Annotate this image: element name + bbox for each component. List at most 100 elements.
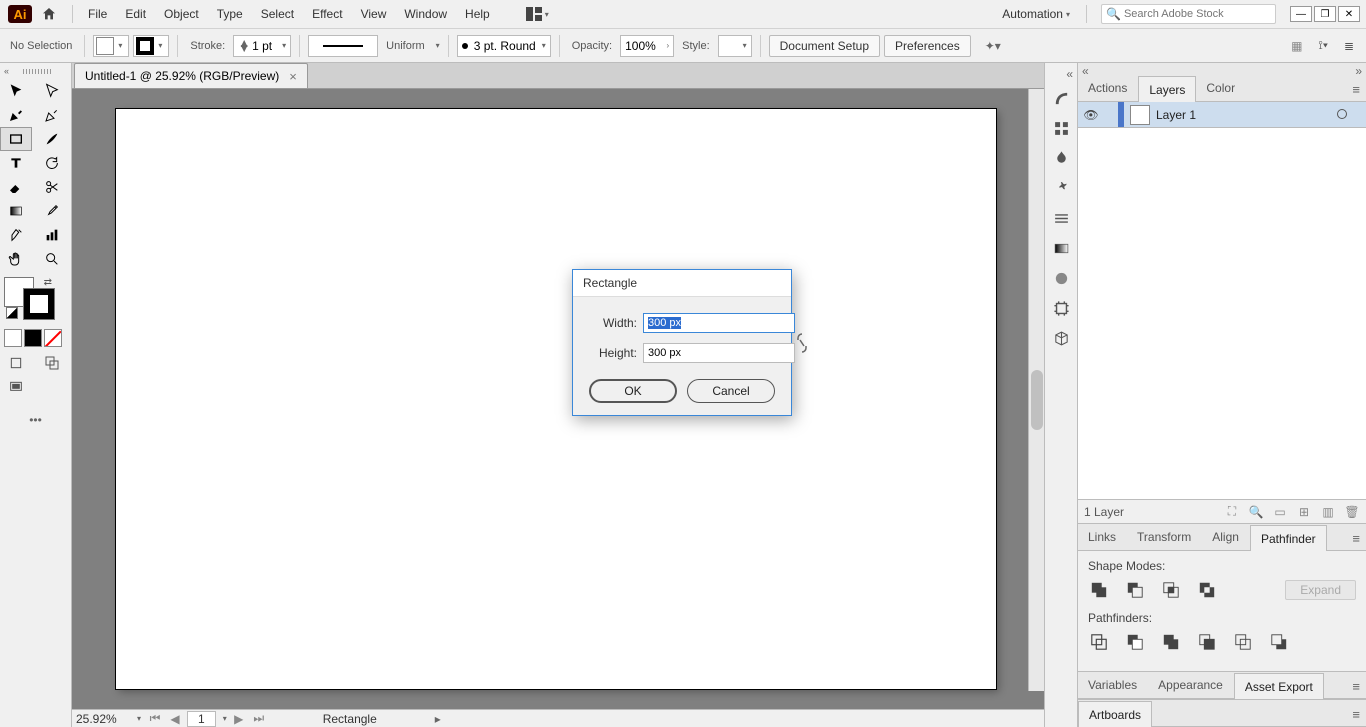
stroke-weight-input[interactable]: ▲▼1 pt▾: [233, 35, 291, 57]
list-icon[interactable]: ≣: [1344, 39, 1354, 53]
last-artboard-icon[interactable]: ⏭: [251, 711, 267, 726]
vertical-scrollbar[interactable]: [1028, 89, 1044, 691]
brush-preview[interactable]: [308, 35, 378, 57]
tab-artboards[interactable]: Artboards: [1078, 701, 1152, 727]
pen-tool[interactable]: [0, 103, 32, 127]
selection-tool[interactable]: [0, 79, 32, 103]
cancel-button[interactable]: Cancel: [687, 379, 775, 403]
rectangle-tool[interactable]: [0, 127, 32, 151]
eraser-tool[interactable]: [0, 175, 32, 199]
canvas-viewport[interactable]: [72, 89, 1044, 709]
document-setup-button[interactable]: Document Setup: [769, 35, 880, 57]
type-tool[interactable]: [0, 151, 32, 175]
direct-selection-tool[interactable]: [36, 79, 68, 103]
next-artboard-icon[interactable]: ▶: [231, 712, 247, 726]
crop-icon[interactable]: [1196, 631, 1218, 653]
scissors-tool[interactable]: [36, 175, 68, 199]
trim-icon[interactable]: [1124, 631, 1146, 653]
dock-symbols-icon[interactable]: [1048, 175, 1074, 201]
collapse-strip-icon[interactable]: «: [1066, 67, 1073, 81]
column-graph-tool[interactable]: [36, 223, 68, 247]
dock-curvature-icon[interactable]: [1048, 85, 1074, 111]
arrange-documents-icon[interactable]: ▾: [517, 0, 558, 28]
constrain-proportions-icon[interactable]: [795, 331, 809, 355]
panel-menu-icon[interactable]: ≡: [1352, 82, 1360, 97]
stroke-color-swatch[interactable]: [24, 289, 54, 319]
screen-mode-icon[interactable]: [0, 375, 32, 399]
close-button[interactable]: ✕: [1338, 6, 1360, 22]
tab-asset-export[interactable]: Asset Export: [1234, 673, 1324, 699]
first-artboard-icon[interactable]: ⏮: [147, 711, 163, 726]
panel-menu-icon[interactable]: ≡: [1352, 707, 1360, 722]
tab-actions[interactable]: Actions: [1078, 75, 1138, 101]
align-icon[interactable]: ▦: [1291, 39, 1302, 53]
divide-icon[interactable]: [1088, 631, 1110, 653]
hand-tool[interactable]: [0, 247, 32, 271]
opacity-input[interactable]: 100%›: [620, 35, 674, 57]
outline-icon[interactable]: [1232, 631, 1254, 653]
tab-variables[interactable]: Variables: [1078, 672, 1148, 698]
panel-menu-icon[interactable]: ≡: [1352, 531, 1360, 546]
dock-artboards-icon[interactable]: [1048, 295, 1074, 321]
minus-front-icon[interactable]: [1124, 579, 1146, 601]
dock-gradient-icon[interactable]: [1048, 235, 1074, 261]
tab-layers[interactable]: Layers: [1138, 76, 1196, 102]
symbol-sprayer-tool[interactable]: [0, 223, 32, 247]
stroke-swatch[interactable]: ▾: [133, 35, 169, 57]
draw-normal-icon[interactable]: [0, 351, 32, 375]
tab-transform[interactable]: Transform: [1127, 524, 1202, 550]
tab-appearance[interactable]: Appearance: [1148, 672, 1234, 698]
visibility-toggle-icon[interactable]: 👁: [1078, 108, 1104, 122]
menu-help[interactable]: Help: [456, 0, 499, 28]
intersect-icon[interactable]: [1160, 579, 1182, 601]
search-stock-field[interactable]: 🔍: [1101, 4, 1276, 24]
prev-artboard-icon[interactable]: ◀: [167, 712, 183, 726]
menu-object[interactable]: Object: [155, 0, 208, 28]
tab-align[interactable]: Align: [1202, 524, 1250, 550]
document-tab[interactable]: Untitled-1 @ 25.92% (RGB/Preview) ×: [74, 63, 308, 88]
new-sublayer-icon[interactable]: ⊞: [1296, 505, 1312, 519]
color-mode-none[interactable]: [44, 329, 62, 347]
restore-button[interactable]: ❐: [1314, 6, 1336, 22]
menu-type[interactable]: Type: [208, 0, 252, 28]
expand-panels-icon[interactable]: »: [1355, 64, 1362, 74]
menu-effect[interactable]: Effect: [303, 0, 351, 28]
tab-pathfinder[interactable]: Pathfinder: [1250, 525, 1327, 551]
merge-icon[interactable]: [1160, 631, 1182, 653]
variable-width-profile[interactable]: 3 pt. Round▾: [457, 35, 551, 57]
width-input[interactable]: [643, 313, 795, 333]
locate-object-icon[interactable]: ⛶: [1224, 504, 1240, 519]
exclude-icon[interactable]: [1196, 579, 1218, 601]
height-input[interactable]: [643, 343, 795, 363]
home-icon[interactable]: [40, 5, 58, 23]
clipping-mask-icon[interactable]: ▭: [1272, 505, 1288, 519]
draw-behind-icon[interactable]: [36, 351, 68, 375]
gradient-tool[interactable]: [0, 199, 32, 223]
fill-swatch[interactable]: ▾: [93, 35, 129, 57]
dock-3d-icon[interactable]: [1048, 325, 1074, 351]
dock-brush-icon[interactable]: [1048, 145, 1074, 171]
collapse-panels-icon[interactable]: «: [1082, 64, 1089, 74]
preferences-button[interactable]: Preferences: [884, 35, 971, 57]
panel-menu-icon[interactable]: ≡: [1352, 679, 1360, 694]
unite-icon[interactable]: [1088, 579, 1110, 601]
workspace-switcher[interactable]: Automation▾: [992, 0, 1080, 28]
minimize-button[interactable]: —: [1290, 6, 1312, 22]
ok-button[interactable]: OK: [589, 379, 677, 403]
collapse-toolbox-icon[interactable]: «: [4, 66, 9, 76]
color-mode-gradient[interactable]: [24, 329, 42, 347]
menu-edit[interactable]: Edit: [116, 0, 155, 28]
fill-stroke-swatch[interactable]: ⇄: [4, 277, 54, 319]
rotate-tool[interactable]: [36, 151, 68, 175]
search-stock-input[interactable]: [1124, 8, 1271, 20]
tab-links[interactable]: Links: [1078, 524, 1127, 550]
edit-toolbar-icon[interactable]: •••: [0, 413, 71, 427]
dock-stroke-icon[interactable]: [1048, 205, 1074, 231]
delete-layer-icon[interactable]: 🗑: [1344, 505, 1360, 519]
transform-icon[interactable]: ⟟▾: [1318, 38, 1328, 53]
dock-grid-icon[interactable]: [1048, 115, 1074, 141]
menu-view[interactable]: View: [352, 0, 396, 28]
status-dropdown-icon[interactable]: ▸: [435, 712, 441, 726]
color-mode-solid[interactable]: [4, 329, 22, 347]
tab-color[interactable]: Color: [1196, 75, 1246, 101]
